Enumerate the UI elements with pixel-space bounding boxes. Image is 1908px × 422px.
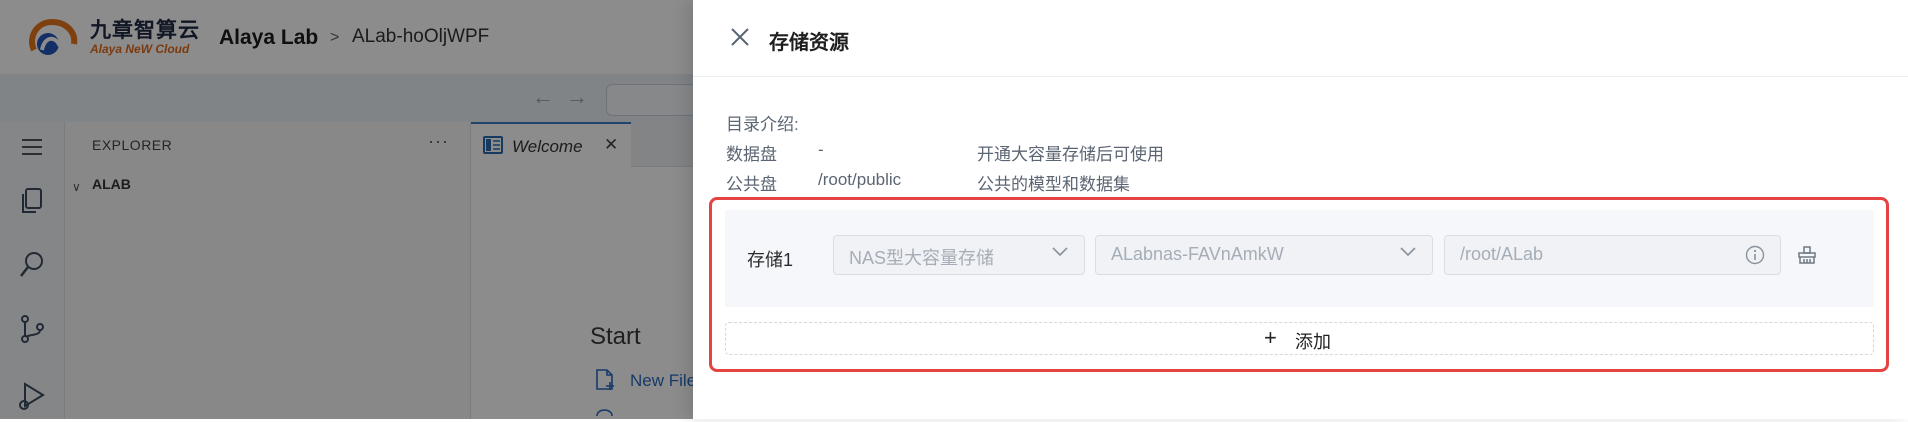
- close-icon[interactable]: [728, 25, 752, 49]
- info-icon[interactable]: [1745, 245, 1765, 265]
- storage-label: 存储1: [747, 250, 794, 270]
- clear-icon[interactable]: [1796, 245, 1818, 265]
- add-storage-label: 添加: [1295, 332, 1331, 352]
- intro-row-desc: 公共的模型和数据集: [977, 175, 1130, 194]
- storage-type-value: NAS型大容量存储: [849, 248, 995, 268]
- intro-row-path: /root/public: [818, 170, 902, 189]
- intro-row-name: 公共盘: [726, 175, 777, 194]
- storage-volume-value: ALabnas-FAVnAmkW: [1111, 244, 1284, 264]
- intro-row-name: 数据盘: [726, 145, 777, 164]
- modal-overlay[interactable]: [0, 0, 693, 419]
- drawer-header: [693, 0, 1908, 77]
- intro-heading: 目录介绍:: [726, 115, 799, 134]
- drawer-title: 存储资源: [769, 32, 849, 54]
- intro-row-desc: 开通大容量存储后可使用: [977, 145, 1164, 164]
- chevron-down-icon: [1052, 247, 1068, 257]
- plus-icon: +: [1264, 325, 1277, 350]
- mount-path-value: /root/ALab: [1460, 244, 1544, 264]
- chevron-down-icon: [1400, 247, 1416, 257]
- intro-row-path: -: [818, 140, 824, 159]
